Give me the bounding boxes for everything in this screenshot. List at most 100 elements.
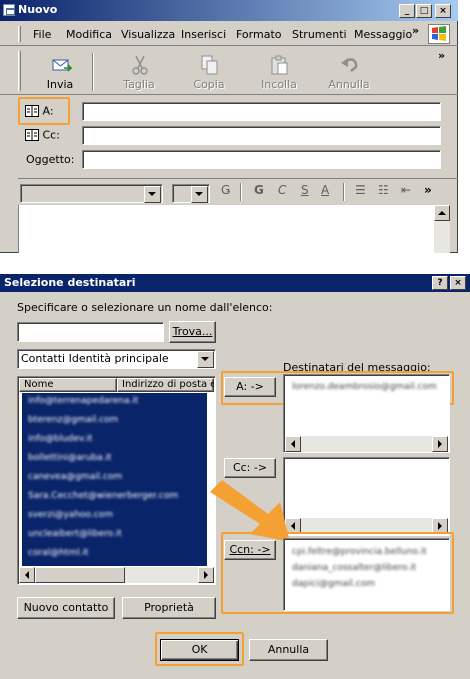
menu-modifica[interactable]: Modifica [66,28,112,41]
scroll-right-button[interactable] [432,436,448,452]
underline-button[interactable]: S [301,183,309,197]
cc-address-button[interactable]: Cc: [25,128,60,142]
font-select[interactable] [20,184,163,203]
bcc-add-button[interactable]: Ccn: -> [224,540,276,560]
column-header-email[interactable]: Indirizzo di posta el [117,378,214,392]
subject-input[interactable] [82,150,441,169]
format-overflow[interactable]: » [424,183,432,197]
chevron-right-icon [438,440,442,448]
menu-overflow[interactable]: » [412,24,419,37]
chevron-left-icon [291,440,295,448]
to-recipient-row[interactable]: lorenzo.deambrosio@gmail.com [284,375,449,392]
scissors-icon [132,55,148,75]
bold-button[interactable]: G [254,183,264,197]
cut-button[interactable]: Taglia [111,51,167,93]
copy-button[interactable]: Copia [181,51,237,93]
paragraph-style-icon[interactable]: Ǥ [221,183,230,197]
contacts-hscroll[interactable] [19,567,214,583]
scroll-up-button[interactable] [434,205,450,221]
contact-row[interactable]: info@bludev.it [28,434,207,453]
help-button[interactable]: ? [432,276,448,290]
menu-file[interactable]: File [33,28,51,41]
menu-strumenti[interactable]: Strumenti [292,28,347,41]
copy-icon [201,55,218,75]
properties-label: Proprietà [144,601,194,614]
subject-label: Oggetto: [26,153,75,166]
contact-row[interactable]: uncleaibert@libero.it [28,529,207,548]
format-toolbar: Ǥ G C S A ☰ ☷ ⇤ » [18,178,458,204]
properties-button[interactable]: Proprietà [122,597,216,619]
send-button[interactable]: Invia [32,51,88,93]
search-input[interactable] [17,322,164,342]
contact-row[interactable]: info@terrenapedarena.it [28,396,207,415]
bcc-add-label: Ccn: -> [229,543,271,556]
minimize-button[interactable]: _ [399,4,415,18]
undo-button[interactable]: Annulla [321,51,377,93]
menu-bar: File Modifica Visualizza Inserisci Forma… [0,22,458,46]
column-header-name[interactable]: Nome [19,378,117,392]
to-address-button[interactable]: A: [25,104,54,118]
menu-grip[interactable] [18,26,21,42]
paste-label: Incolla [261,78,297,91]
contact-row[interactable]: bollettini@aruba.it [28,453,207,472]
to-input[interactable] [82,102,441,121]
selected-contacts-block[interactable]: info@terrenapedarena.it bterenz@gmail.co… [22,393,207,566]
undo-label: Annulla [328,78,370,91]
cancel-button[interactable]: Annulla [249,639,328,661]
contact-row[interactable]: sverzi@yahoo.com [28,510,207,529]
menu-messaggio[interactable]: Messaggio [354,28,412,41]
new-contact-label: Nuovo contatto [23,601,109,614]
decrease-indent-button[interactable]: ⇤ [401,183,411,197]
address-book-icon [25,129,39,141]
undo-icon [341,58,358,72]
contact-row[interactable]: bterenz@gmail.com [28,415,207,434]
scroll-left-button[interactable] [19,567,35,583]
find-button[interactable]: Trova... [169,321,216,343]
address-book-icon [25,105,39,117]
bullet-list-button[interactable]: ☷ [378,183,389,197]
address-book-select[interactable]: Contatti Identità principale [17,349,216,369]
to-add-button[interactable]: A: -> [224,377,276,397]
font-color-button[interactable]: A [321,183,329,197]
send-label: Invia [46,78,74,91]
contact-row[interactable]: coral@html.it [28,548,207,567]
italic-button[interactable]: C [278,183,286,197]
paste-button[interactable]: Incolla [251,51,307,93]
cc-input[interactable] [82,126,441,145]
bcc-recipient-row[interactable]: cpi.feltre@provincia.belluno.it [292,547,449,563]
toolbar-grip[interactable] [18,51,21,91]
chevron-right-icon [438,522,442,530]
format-separator [240,183,242,201]
bcc-recipients-list[interactable]: cpi.feltre@provincia.belluno.it daniana_… [283,538,450,611]
find-label: Trova... [172,325,213,338]
dialog-titlebar[interactable]: Selezione destinatari ? × [0,274,470,292]
cc-add-button[interactable]: Cc: -> [224,458,276,478]
cut-label: Taglia [123,78,155,91]
scroll-thumb[interactable] [35,567,125,583]
copy-label: Copia [193,78,225,91]
bcc-recipient-row[interactable]: daniana_cossalter@libero.it [292,563,449,579]
numbered-list-button[interactable]: ☰ [355,183,366,197]
menu-inserisci[interactable]: Inserisci [181,28,226,41]
menu-visualizza[interactable]: Visualizza [121,28,175,41]
maximize-button[interactable]: □ [416,4,432,18]
compose-titlebar[interactable]: Nuovo _ □ × [0,0,458,21]
contact-row[interactable]: Sara.Cecchet@wienerberger.com [28,491,207,510]
message-body[interactable] [18,205,450,253]
toolbar-overflow[interactable]: » [438,49,445,62]
ok-button[interactable]: OK [160,639,239,661]
font-size-select[interactable] [172,184,210,203]
body-scrollbar[interactable] [434,205,450,253]
cc-add-label: Cc: -> [232,461,268,474]
new-contact-button[interactable]: Nuovo contatto [17,597,115,619]
to-hscroll[interactable] [285,436,448,452]
scroll-right-button[interactable] [198,567,214,583]
contact-row[interactable]: canevea@gmail.com [28,472,207,491]
chevron-down-icon [144,186,161,203]
chevron-up-icon [438,211,446,215]
dialog-close-button[interactable]: × [450,276,466,290]
bcc-recipient-row[interactable]: dapici@gmail.com [292,579,449,595]
menu-formato[interactable]: Formato [236,28,282,41]
close-button[interactable]: × [435,4,451,18]
scroll-left-button[interactable] [285,436,301,452]
